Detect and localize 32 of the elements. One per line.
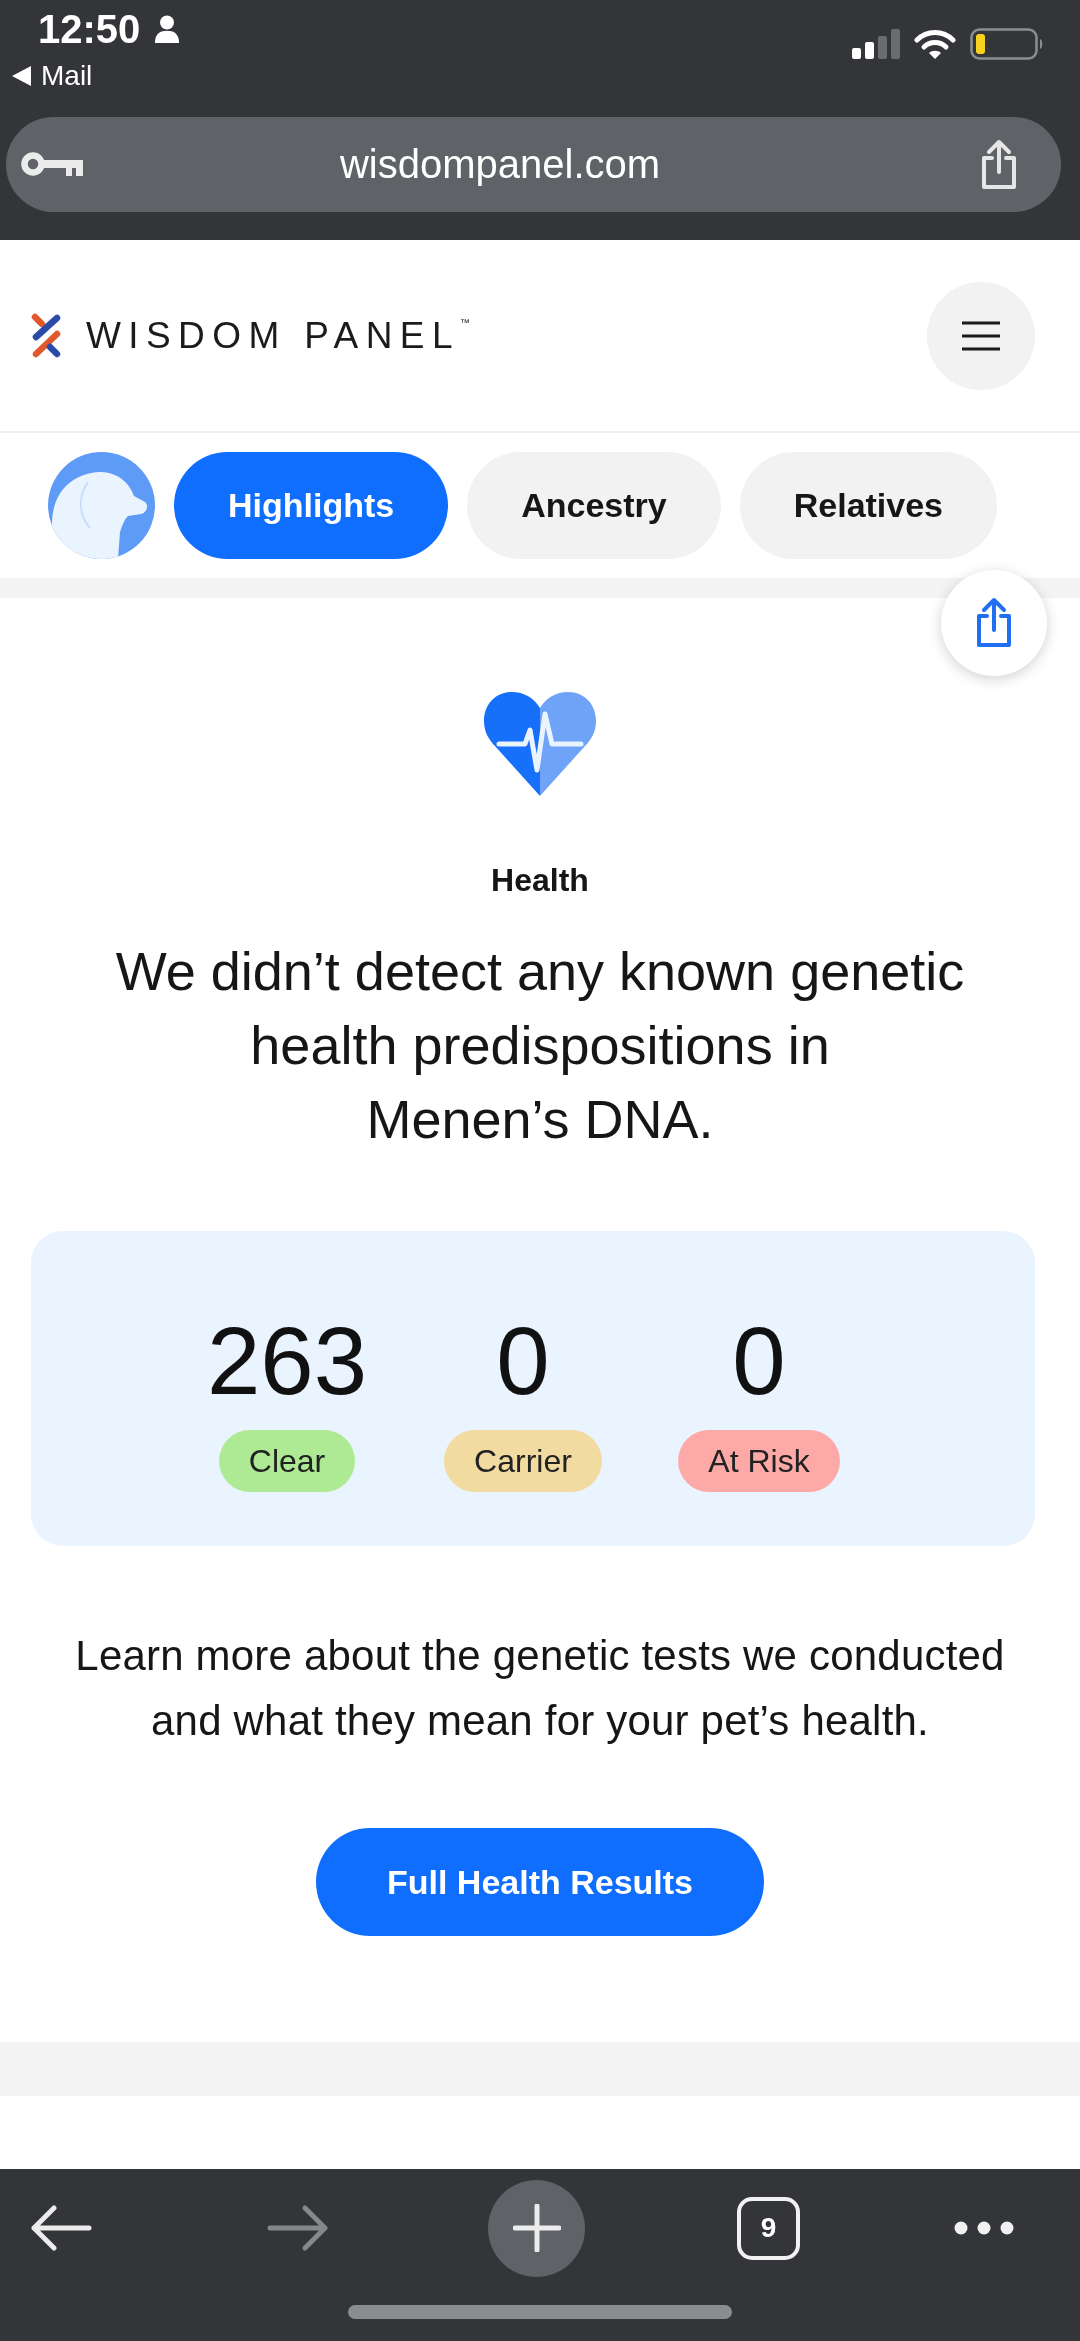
battery-icon — [970, 28, 1044, 60]
person-icon — [154, 15, 181, 43]
full-results-button[interactable]: Full Health Results — [316, 1828, 764, 1936]
key-icon[interactable] — [21, 151, 83, 178]
result-count: 0 — [496, 1311, 550, 1411]
info-text: Learn more about the genetic tests we conducted and what they mean for your pet’s health. — [74, 1631, 1006, 1746]
wifi-icon — [914, 28, 956, 60]
address-bar[interactable]: wisdompanel.com — [6, 117, 1061, 212]
summary-text: We didn’t detect any known genetic health predispositions in Menen’s DNA. — [114, 940, 966, 1151]
tab[interactable]: Relatives — [739, 452, 998, 559]
menu-icon — [961, 320, 1001, 351]
logo-text: WISDOM PANEL$^{™}$ — [86, 314, 470, 357]
forward-arrow-icon[interactable] — [267, 2205, 329, 2251]
result-tag: Clear — [218, 1430, 356, 1492]
share-button[interactable] — [941, 570, 1047, 676]
plus-icon — [512, 2204, 561, 2252]
result-tag: At Risk — [678, 1430, 840, 1492]
back-arrow-icon[interactable] — [30, 2205, 92, 2251]
more-icon[interactable] — [954, 2221, 1014, 2235]
status-time: 12:50 — [38, 6, 141, 52]
tab[interactable]: Highlights — [174, 452, 449, 559]
tabs-button[interactable]: 9 — [737, 2196, 800, 2260]
triangle-icon — [12, 66, 31, 86]
logo-mark-icon — [30, 312, 62, 359]
tab[interactable]: Ancestry — [467, 452, 721, 559]
result-count: 0 — [732, 1311, 786, 1411]
result-tag: Carrier — [444, 1430, 602, 1492]
signal-icon — [852, 29, 900, 59]
back-to-app-link[interactable]: Mail — [12, 56, 181, 96]
url-text: wisdompanel.com — [338, 142, 662, 187]
result-count: 263 — [206, 1311, 368, 1411]
section-title: Health — [491, 862, 589, 898]
